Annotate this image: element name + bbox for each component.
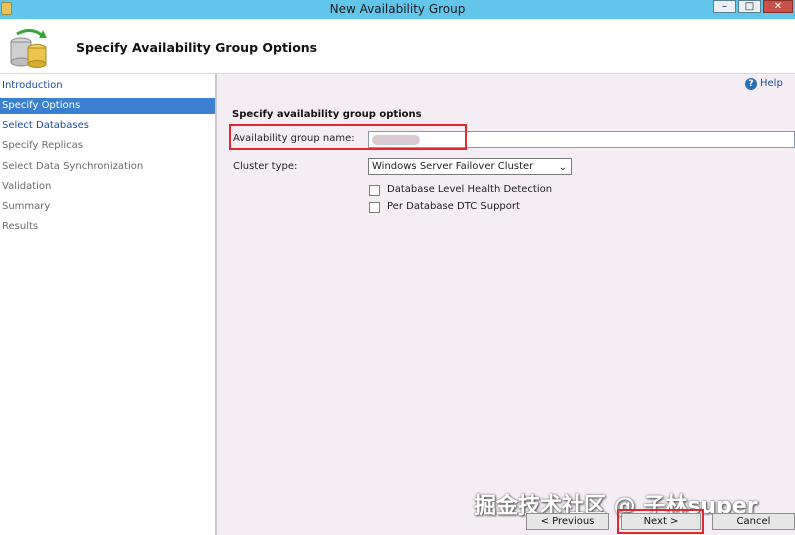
wizard-header: Specify Availability Group Options xyxy=(0,19,795,74)
help-label: Help xyxy=(760,78,783,89)
sidebar-item-select-databases[interactable]: Select Databases xyxy=(0,118,215,134)
cluster-type-value: Windows Server Failover Cluster xyxy=(372,161,534,172)
sidebar-item-specify-options[interactable]: Specify Options xyxy=(0,98,215,114)
wizard-sidebar: Introduction Specify Options Select Data… xyxy=(0,74,217,535)
sidebar-item-introduction[interactable]: Introduction xyxy=(0,78,215,94)
health-detection-checkbox[interactable] xyxy=(369,185,380,196)
annotation-highlight-box xyxy=(229,124,467,150)
cluster-type-select[interactable]: Windows Server Failover Cluster ⌄ xyxy=(368,158,572,175)
close-button[interactable]: ✕ xyxy=(763,0,793,13)
help-icon: ? xyxy=(745,78,757,90)
sidebar-item-validation: Validation xyxy=(2,181,52,192)
next-annotation-highlight xyxy=(617,509,704,534)
dtc-support-label: Per Database DTC Support xyxy=(387,201,520,212)
maximize-button[interactable]: □ xyxy=(738,0,761,13)
sidebar-item-summary: Summary xyxy=(2,201,51,212)
help-link[interactable]: ? Help xyxy=(745,78,783,90)
dtc-support-checkbox[interactable] xyxy=(369,202,380,213)
previous-button[interactable]: < Previous xyxy=(526,513,609,530)
section-title: Specify availability group options xyxy=(232,109,422,120)
chevron-down-icon: ⌄ xyxy=(558,162,567,173)
sidebar-item-results: Results xyxy=(2,221,39,232)
sidebar-item-specify-replicas: Specify Replicas xyxy=(2,140,83,151)
sidebar-item-select-data-synchronization: Select Data Synchronization xyxy=(2,161,144,172)
cancel-button[interactable]: Cancel xyxy=(712,513,795,530)
page-title: Specify Availability Group Options xyxy=(76,40,318,55)
cluster-type-label: Cluster type: xyxy=(233,161,298,172)
health-detection-label: Database Level Health Detection xyxy=(387,184,553,195)
window-title: New Availability Group xyxy=(329,2,466,16)
title-bar: New Availability Group – □ ✕ xyxy=(0,0,795,19)
availability-group-database-icon xyxy=(10,29,47,68)
minimize-button[interactable]: – xyxy=(713,0,736,13)
